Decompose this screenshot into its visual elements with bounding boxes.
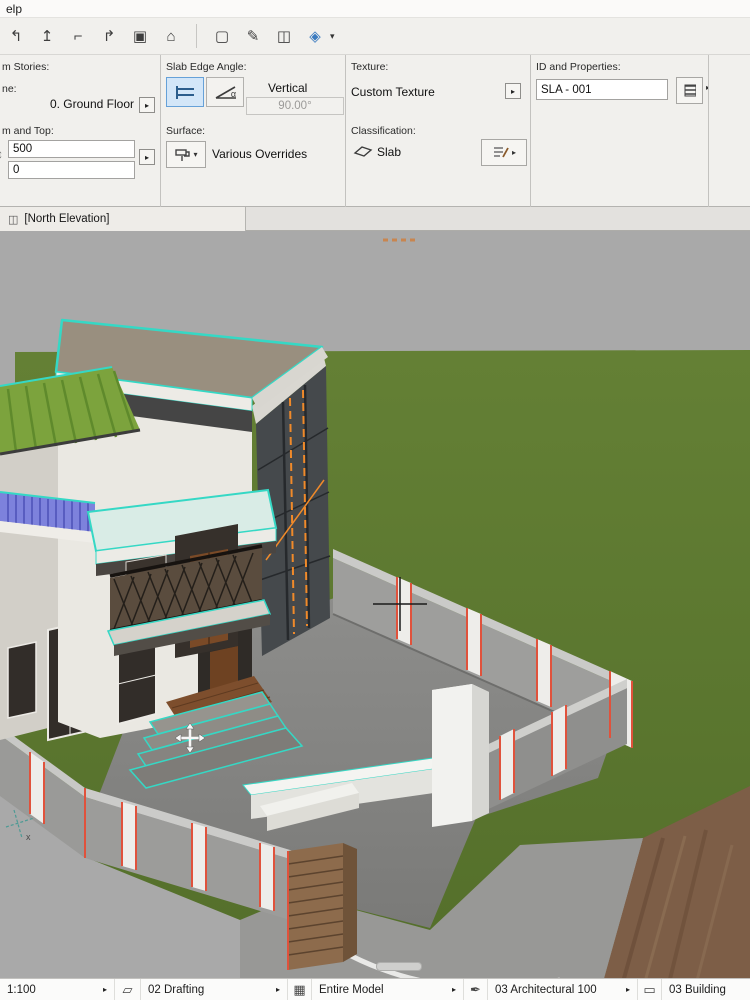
surface-override-button[interactable]: ▾: [166, 141, 206, 168]
horizontal-scrollbar-thumb[interactable]: [376, 962, 422, 971]
layers-icon: ▱: [122, 981, 133, 997]
offset-top-input[interactable]: [8, 140, 135, 158]
texture-flyout-button[interactable]: ▸: [505, 83, 521, 99]
arrow-right-icon: ▸: [511, 148, 516, 157]
toolbar-separator: [196, 24, 197, 48]
layout-book-selector[interactable]: 03 Building: [662, 979, 750, 1000]
alpha-label: α: [230, 89, 237, 99]
pen-set-button[interactable]: ✒: [464, 979, 488, 1000]
arrow-right-icon: ▸: [451, 985, 456, 994]
arrow-right-icon: ▸: [275, 985, 280, 994]
dropdown-arrow-icon: ▾: [193, 150, 198, 159]
arrow-right-icon: ▸: [144, 100, 149, 110]
3d-viewport[interactable]: x: [0, 231, 750, 978]
model-filter-selector[interactable]: Entire Model ▸: [312, 979, 464, 1000]
scale-value: 1:100: [7, 983, 36, 996]
model-filter-value: Entire Model: [319, 983, 384, 996]
adjust-icon[interactable]: ↥: [37, 27, 57, 45]
elevation-tab-icon: ◫: [8, 213, 19, 226]
menu-bar: elp: [0, 0, 750, 18]
layers-quick-button[interactable]: ▱: [115, 979, 141, 1000]
properties-button[interactable]: [676, 77, 703, 104]
edge-angle-input[interactable]: [246, 97, 344, 115]
surface-paint-icon[interactable]: ◈: [305, 27, 325, 45]
menu-help-partial[interactable]: elp: [6, 2, 22, 16]
gate-column: [432, 684, 472, 827]
extend-icon[interactable]: ↱: [99, 27, 119, 45]
vertical-edge-icon: [176, 86, 194, 99]
layout-icon: ▭: [643, 981, 656, 997]
stone-pillar[interactable]: [287, 843, 357, 970]
offset-bottom-input[interactable]: [8, 161, 135, 179]
surface-label: Surface:: [166, 125, 206, 137]
arrow-right-icon: ▸: [144, 152, 149, 162]
tab-label: [North Elevation]: [24, 213, 110, 225]
properties-list-icon: [684, 84, 696, 97]
classification-value: Slab: [377, 145, 402, 159]
element-id-input[interactable]: [536, 79, 668, 100]
reference-plane-label: ne:: [2, 83, 17, 95]
toolbar: ↰ ↥ ⌐ ↱ ▣ ⌂ ▢ ✎ ◫ ◈ ▾: [0, 18, 750, 55]
trim-icon[interactable]: ↰: [6, 27, 26, 45]
pick-up-parameters-icon[interactable]: ✎: [243, 27, 263, 45]
story-flyout-button[interactable]: ▸: [139, 97, 155, 113]
classification-label: Classification:: [351, 125, 416, 137]
tab-north-elevation[interactable]: ◫ [North Elevation]: [0, 207, 246, 231]
infobox-col-texture-class: Texture: Custom Texture ▸ Classification…: [345, 55, 530, 207]
classification-button[interactable]: ▸: [481, 139, 527, 166]
classification-list-icon: [493, 147, 509, 158]
infobox-col-id: ID and Properties: ▸: [530, 55, 708, 207]
bottom-and-top-label: m and Top:: [2, 125, 54, 137]
surface-paint-dropdown-icon[interactable]: ▾: [330, 31, 335, 42]
layout-button[interactable]: ▭: [638, 979, 662, 1000]
edge-mode-label: Vertical: [268, 81, 308, 95]
surface-value: Various Overrides: [212, 147, 308, 161]
corner-icon[interactable]: ⌐: [68, 28, 88, 45]
resize-icon[interactable]: ▣: [130, 27, 150, 45]
scale-selector[interactable]: 1:100 ▸: [0, 979, 115, 1000]
edge-custom-angle-button[interactable]: α: [206, 77, 244, 107]
home-stories-label: m Stories:: [2, 61, 50, 73]
status-bar: 1:100 ▸ ▱ 02 Drafting ▸ ▦ Entire Model ▸…: [0, 978, 750, 1000]
axis-x-label: x: [26, 832, 31, 842]
pen-set-value: 03 Architectural 100: [495, 983, 597, 996]
arrow-right-icon: ▸: [102, 985, 107, 994]
arrow-right-icon: ▸: [625, 985, 630, 994]
pen-icon: ✒: [470, 981, 481, 997]
marquee-icon[interactable]: ▢: [212, 27, 232, 45]
info-box: m Stories: ne: 0. Ground Floor ▸ m and T…: [0, 55, 750, 207]
infobox-col-edge-surface: Slab Edge Angle: α Vertical Surface: ▾ V…: [160, 55, 345, 207]
id-properties-label: ID and Properties:: [536, 61, 621, 73]
view-tab-bar: ◫ [North Elevation]: [0, 207, 750, 231]
pen-set-selector[interactable]: 03 Architectural 100 ▸: [488, 979, 638, 1000]
layer-combination-selector[interactable]: 02 Drafting ▸: [141, 979, 288, 1000]
home-icon[interactable]: ⌂: [161, 28, 181, 45]
layout-book-value: 03 Building: [669, 983, 726, 996]
inject-parameters-icon[interactable]: ◫: [274, 27, 294, 45]
edge-vertical-button[interactable]: [166, 77, 204, 107]
arrow-right-icon: ▸: [510, 86, 515, 96]
model-filter-button[interactable]: ▦: [288, 979, 312, 1000]
paint-roller-icon: [175, 148, 191, 161]
infobox-separator: [708, 55, 709, 207]
offset-flyout-button[interactable]: ▸: [139, 149, 155, 165]
story-value[interactable]: 0. Ground Floor: [2, 97, 134, 111]
archicad-window: elp ↰ ↥ ⌐ ↱ ▣ ⌂ ▢ ✎ ◫ ◈ ▾ m Stories: ne:…: [0, 0, 750, 1000]
slab-classification-icon: [353, 146, 373, 157]
texture-label: Texture:: [351, 61, 389, 73]
infobox-col-stories: m Stories: ne: 0. Ground Floor ▸ m and T…: [0, 55, 160, 207]
slab-edge-angle-label: Slab Edge Angle:: [166, 61, 247, 73]
model-filter-icon: ▦: [293, 981, 306, 997]
properties-flyout-icon[interactable]: ▸: [706, 83, 708, 92]
layer-combination-value: 02 Drafting: [148, 983, 205, 996]
offset-link-icon: ↕: [0, 147, 3, 161]
texture-value: Custom Texture: [351, 85, 435, 99]
